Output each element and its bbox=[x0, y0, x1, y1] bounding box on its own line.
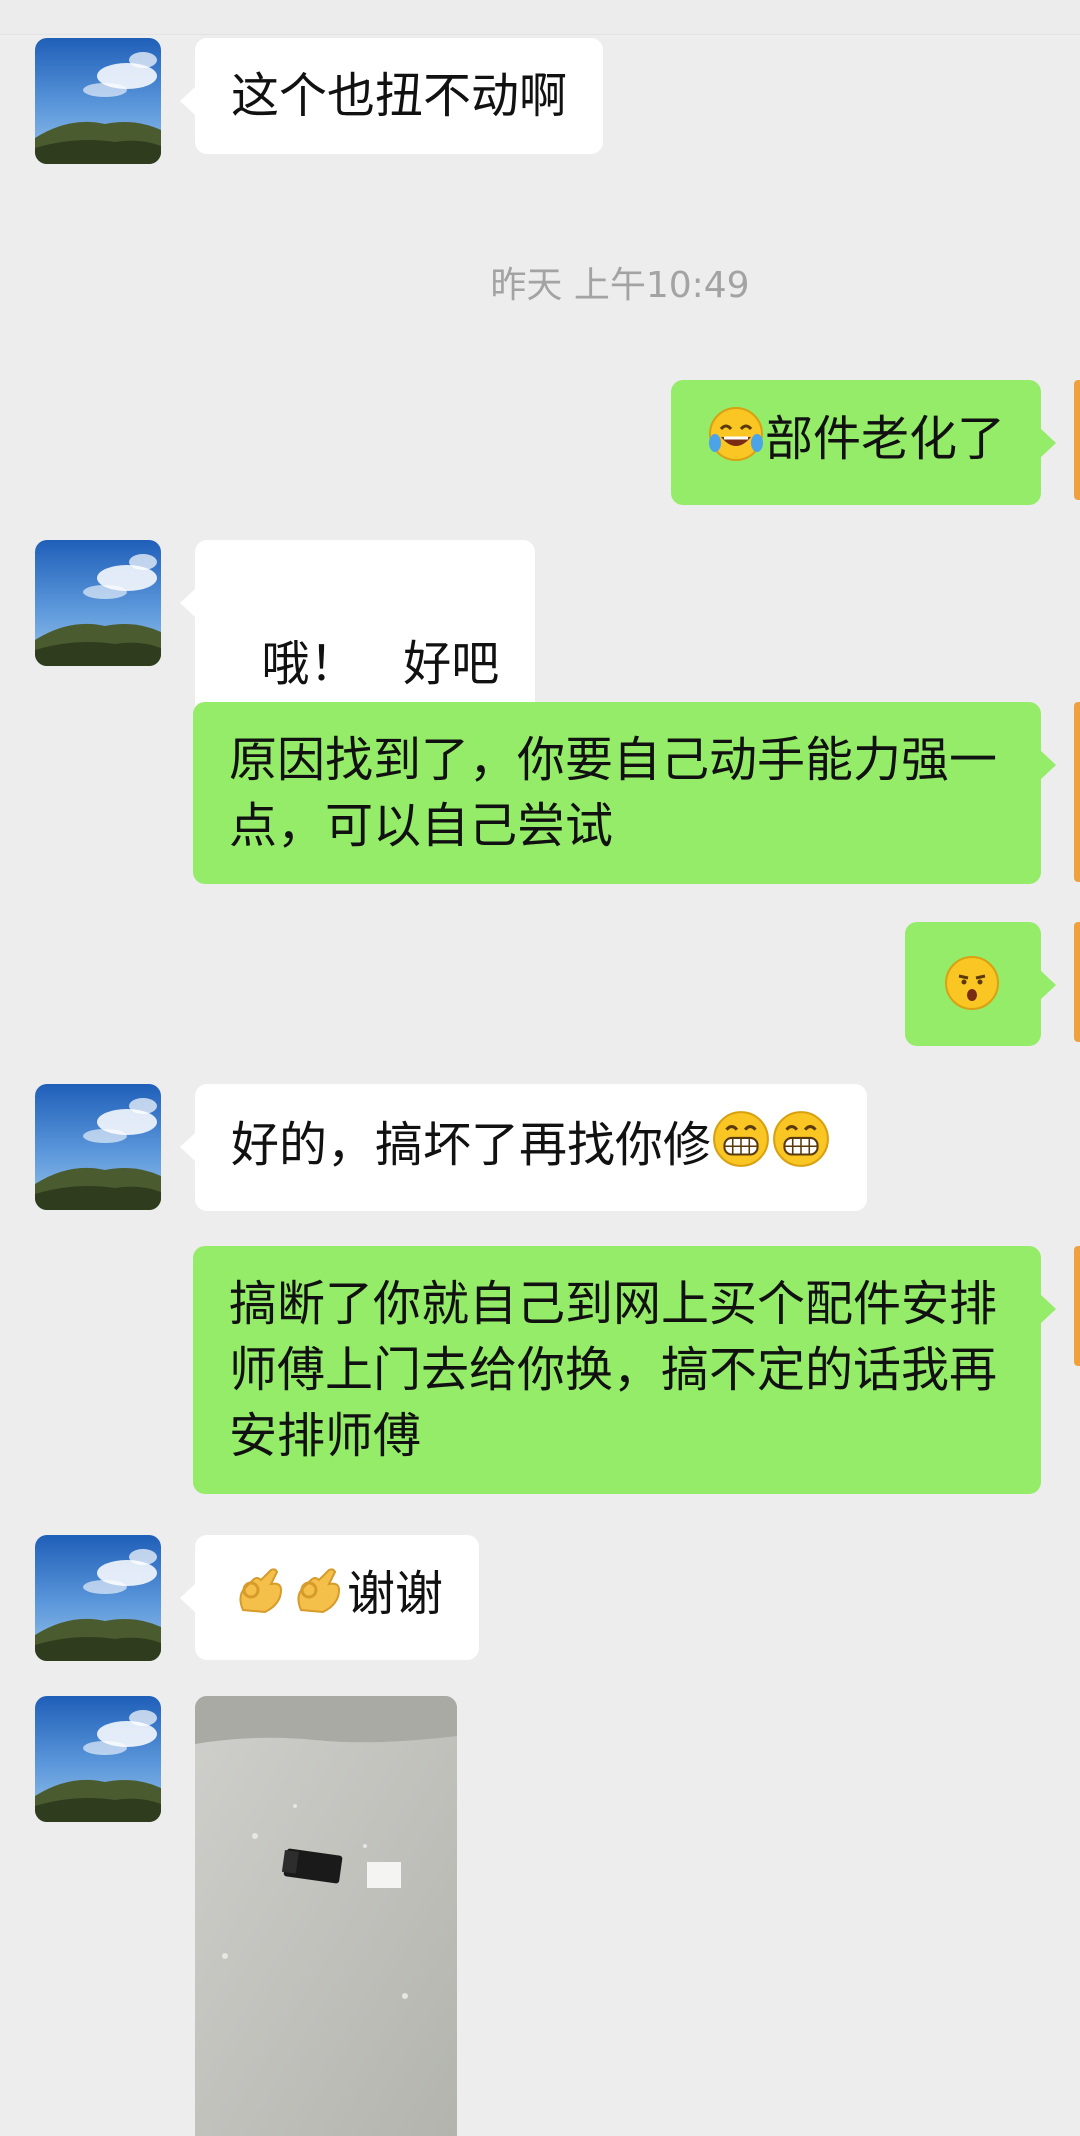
message-text: 原因找到了，你要自己动手能力强一点，可以自己尝试 bbox=[229, 732, 998, 854]
outgoing-message-bubble[interactable]: 搞断了你就自己到网上买个配件安排师傅上门去给你换，搞不定的话我再安排师傅 bbox=[193, 1246, 1056, 1494]
outgoing-message-bubble[interactable]: 部件老化了 bbox=[670, 380, 1057, 505]
message-text: 谢谢 bbox=[347, 1566, 444, 1622]
landscape-avatar-image bbox=[35, 1696, 161, 1822]
incoming-message-bubble[interactable]: 好的，搞坏了再找你修 bbox=[179, 1084, 868, 1211]
message-text: 搞断了你就自己到网上买个配件安排师傅上门去给你换，搞不定的话我再安排师傅 bbox=[229, 1276, 998, 1464]
scroll-edge-indicator bbox=[1074, 1246, 1080, 1366]
kissing-face-icon bbox=[943, 954, 1001, 1029]
grinning-face-icon bbox=[771, 1109, 831, 1186]
landscape-avatar-image bbox=[35, 1535, 161, 1661]
outgoing-message-bubble[interactable] bbox=[905, 922, 1056, 1046]
message-text: 好的，搞坏了再找你修 bbox=[231, 1117, 712, 1173]
contact-avatar[interactable] bbox=[35, 1535, 161, 1661]
contact-avatar[interactable] bbox=[35, 540, 161, 666]
landscape-avatar-image bbox=[35, 540, 161, 666]
ok-hand-icon bbox=[289, 1560, 347, 1635]
grinning-face-icon bbox=[711, 1109, 771, 1186]
top-divider bbox=[0, 0, 1080, 35]
contact-avatar[interactable] bbox=[35, 38, 161, 164]
ok-hand-icon bbox=[231, 1560, 289, 1635]
contact-avatar[interactable] bbox=[35, 1696, 161, 1822]
landscape-avatar-image bbox=[35, 38, 161, 164]
outgoing-message-bubble[interactable]: 原因找到了，你要自己动手能力强一点，可以自己尝试 bbox=[193, 702, 1056, 884]
message-text: 哦！ 好吧 bbox=[261, 636, 500, 692]
scroll-edge-indicator bbox=[1074, 702, 1080, 882]
face-with-tears-of-joy-icon bbox=[707, 405, 765, 480]
incoming-message-bubble[interactable]: 哦！ 好吧 bbox=[179, 540, 536, 722]
incoming-message-bubble[interactable]: 谢谢 bbox=[179, 1535, 480, 1660]
contact-avatar[interactable] bbox=[35, 1084, 161, 1210]
incoming-message-bubble[interactable]: 这个也扭不动啊 bbox=[179, 38, 604, 154]
landscape-avatar-image bbox=[35, 1084, 161, 1210]
photo-of-white-surface-with-black-part bbox=[195, 1696, 457, 2136]
scroll-edge-indicator bbox=[1074, 380, 1080, 500]
chat-timestamp: 昨天 上午10:49 bbox=[490, 265, 750, 306]
message-text: 部件老化了 bbox=[764, 411, 1005, 467]
scroll-edge-indicator bbox=[1074, 922, 1080, 1042]
image-message-thumbnail[interactable] bbox=[195, 1696, 457, 2136]
message-text: 这个也扭不动啊 bbox=[231, 68, 568, 124]
